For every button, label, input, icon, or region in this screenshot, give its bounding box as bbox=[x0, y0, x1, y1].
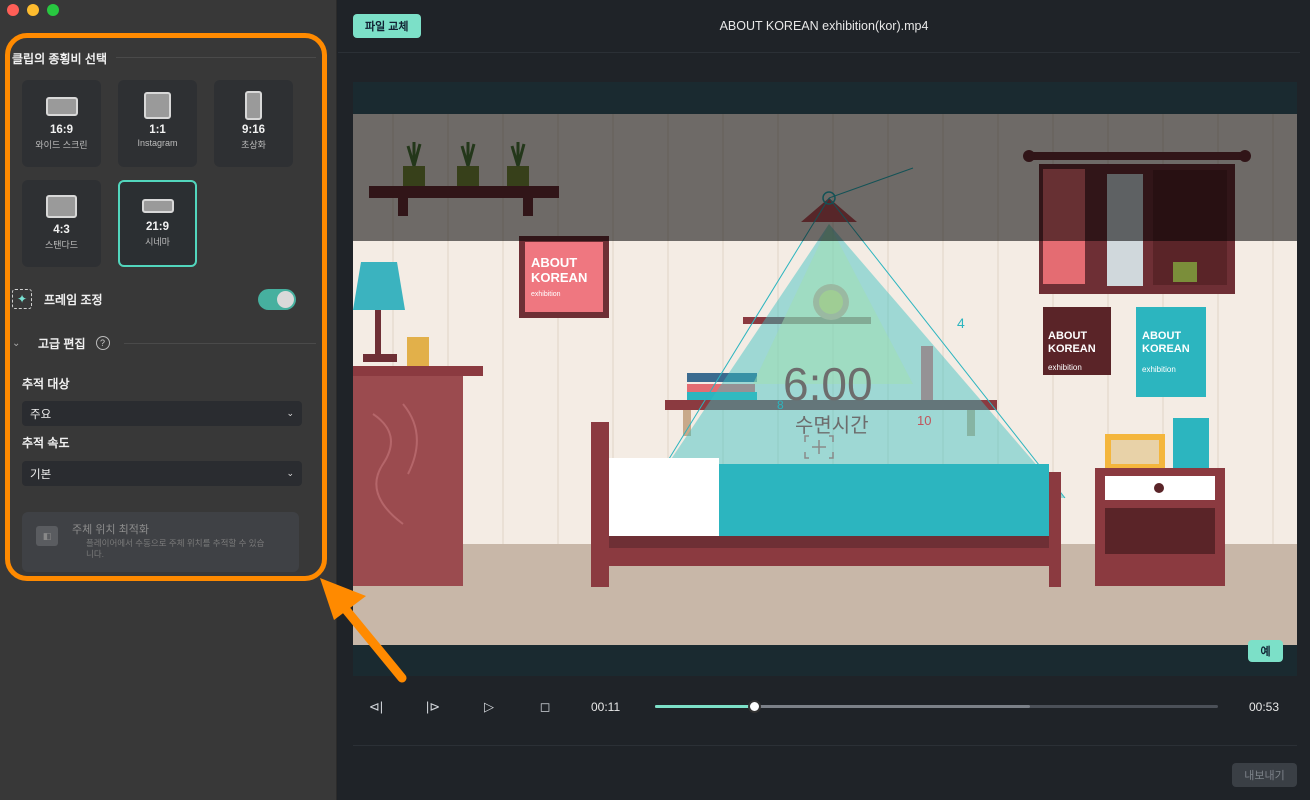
sparkle-frame-icon: ✦ bbox=[12, 289, 32, 309]
tracking-target-select[interactable]: 주요 ⌄ bbox=[22, 401, 302, 426]
export-button[interactable]: 내보내기 bbox=[1232, 763, 1297, 787]
advanced-edit-label: 고급 편집 bbox=[38, 336, 86, 351]
chevron-down-icon: ⌄ bbox=[286, 468, 294, 478]
ratio-name: 스탠다드 bbox=[44, 240, 79, 250]
zoom-window-button[interactable] bbox=[47, 4, 59, 16]
ratio-value: 16:9 bbox=[49, 124, 74, 136]
square-shape-icon bbox=[144, 92, 171, 119]
scrubber-handle[interactable] bbox=[747, 700, 761, 713]
chevron-down-icon: ⌄ bbox=[286, 408, 294, 418]
widescreen-shape-icon bbox=[45, 97, 78, 116]
help-icon[interactable]: ? bbox=[95, 336, 110, 350]
sign-text: exhibition bbox=[1048, 363, 1082, 372]
section-divider bbox=[123, 342, 316, 344]
advanced-edit-header[interactable]: ⌄ 고급 편집 ? bbox=[12, 334, 316, 352]
sign-text: ABOUT bbox=[1048, 330, 1087, 342]
crop-settings-panel: 클립의 종횡비 선택 16:9 와이드 스크린 1:1 Instagram 9:… bbox=[0, 0, 337, 800]
number-label: 4 bbox=[957, 315, 965, 331]
total-time: 00:53 bbox=[1249, 700, 1280, 714]
window-controls bbox=[7, 4, 59, 16]
ratio-option-16-9[interactable]: 16:9 와이드 스크린 bbox=[22, 80, 101, 167]
frame-adjust-label: 프레임 조정 bbox=[44, 292, 103, 307]
minimize-window-button[interactable] bbox=[27, 4, 39, 16]
app-window: 클립의 종횡비 선택 16:9 와이드 스크린 1:1 Instagram 9:… bbox=[0, 0, 1310, 800]
ratio-name: 와이드 스크린 bbox=[35, 140, 88, 150]
header-divider bbox=[338, 52, 1300, 53]
progress-fill bbox=[655, 705, 754, 708]
current-time: 00:11 bbox=[591, 700, 621, 714]
optimize-description: 플레이어에서 수동으로 주체 위치를 추적할 수 있습니다. bbox=[86, 538, 265, 560]
sign-text: KOREAN bbox=[1142, 343, 1190, 355]
cinema-shape-icon bbox=[141, 199, 174, 213]
ratio-option-21-9[interactable]: 21:9 시네마 bbox=[118, 180, 197, 267]
file-title: ABOUT KOREAN exhibition(kor).mp4 bbox=[719, 19, 929, 33]
portrait-shape-icon bbox=[245, 91, 262, 120]
tracking-target-value: 주요 bbox=[30, 408, 52, 421]
ratio-name: 시네마 bbox=[145, 237, 170, 247]
number-label: 10 bbox=[917, 413, 931, 428]
number-label: 8 bbox=[777, 398, 784, 412]
ratio-value: 9:16 bbox=[241, 124, 266, 136]
tracking-target-label: 추적 대상 bbox=[22, 377, 70, 391]
close-window-button[interactable] bbox=[7, 4, 19, 16]
confirm-button[interactable]: 예 bbox=[1248, 640, 1283, 662]
sign-text: KOREAN bbox=[1048, 343, 1096, 355]
next-frame-icon[interactable]: |⊳ bbox=[423, 697, 443, 717]
ratio-option-1-1[interactable]: 1:1 Instagram bbox=[118, 80, 197, 167]
prev-frame-icon[interactable]: ⊲| bbox=[366, 697, 386, 717]
playback-scrubber[interactable] bbox=[655, 700, 1218, 713]
ratio-option-9-16[interactable]: 9:16 초상화 bbox=[214, 80, 293, 167]
ratio-option-4-3[interactable]: 4:3 스탠다드 bbox=[22, 180, 101, 267]
ratio-name: 초상화 bbox=[241, 140, 266, 150]
stop-icon[interactable]: ◻ bbox=[535, 697, 555, 717]
toggle-knob bbox=[277, 290, 294, 308]
tracking-speed-label: 추적 속도 bbox=[22, 436, 70, 450]
tracking-speed-select[interactable]: 기본 ⌄ bbox=[22, 461, 302, 486]
ratio-value: 4:3 bbox=[53, 224, 70, 236]
video-preview[interactable]: ABOUT KOREAN exhibition ABOUT KOREAN exh… bbox=[353, 114, 1297, 645]
subject-position-icon: ◧ bbox=[36, 526, 58, 546]
optimize-subject-position-card[interactable]: ◧ 주체 위치 최적화 플레이어에서 수동으로 주체 위치를 추적할 수 있습니… bbox=[22, 512, 299, 572]
frame-adjust-toggle[interactable] bbox=[258, 288, 296, 310]
play-icon[interactable]: ▷ bbox=[479, 697, 499, 717]
ratio-value: 1:1 bbox=[149, 124, 166, 136]
frame-adjust-row: ✦ 프레임 조정 bbox=[12, 288, 296, 310]
preview-area: 파일 교체 ABOUT KOREAN exhibition(kor).mp4 A… bbox=[338, 0, 1310, 800]
sign-text: ABOUT bbox=[531, 255, 577, 270]
aspect-ratio-section-title: 클립의 종횡비 선택 bbox=[12, 52, 107, 66]
sign-text: ABOUT bbox=[1142, 330, 1181, 342]
tracking-speed-value: 기본 bbox=[30, 468, 52, 481]
chevron-down-icon: ⌄ bbox=[12, 337, 21, 349]
caption-text: 수면시간 bbox=[795, 413, 869, 437]
section-divider bbox=[116, 57, 316, 58]
footer-divider bbox=[353, 745, 1297, 746]
sign-text: exhibition bbox=[1142, 365, 1176, 374]
optimize-title: 주체 위치 최적화 bbox=[72, 524, 149, 536]
ratio-value: 21:9 bbox=[145, 221, 170, 233]
sign-text: KOREAN bbox=[531, 270, 587, 285]
sign-text: exhibition bbox=[531, 291, 561, 298]
clock-text: 6:00 bbox=[783, 358, 873, 410]
ratio-name: Instagram bbox=[137, 138, 178, 148]
standard-shape-icon bbox=[46, 195, 77, 218]
